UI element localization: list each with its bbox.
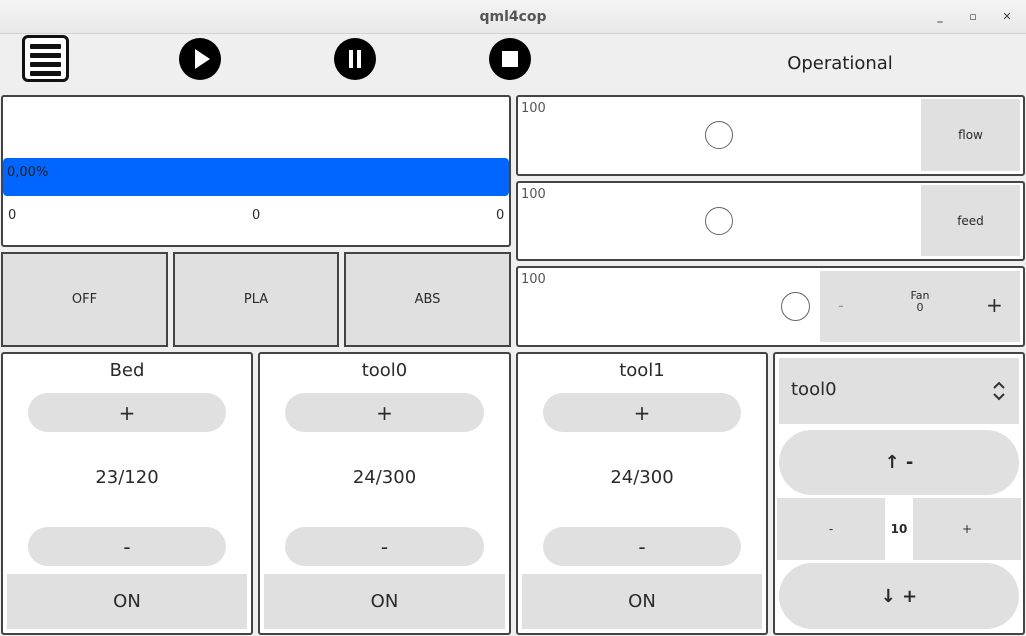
hamburger-menu-icon[interactable] xyxy=(22,35,69,82)
temp-decrease-button[interactable]: - xyxy=(285,527,484,566)
temp-decrease-button[interactable]: - xyxy=(543,527,741,566)
progress-bar: 0,00% xyxy=(3,158,509,196)
pause-icon xyxy=(349,50,361,68)
fan-speed-value: 100 xyxy=(521,272,546,287)
stop-icon xyxy=(502,51,518,67)
preset-off-button[interactable]: OFF xyxy=(1,252,168,347)
step-increase-button[interactable]: + xyxy=(913,498,1021,560)
progress-right-value: 0 xyxy=(496,208,505,223)
extrude-button[interactable]: ↓ + xyxy=(779,563,1019,629)
fan-label: Fan 0 xyxy=(900,290,940,314)
progress-middle-value: 0 xyxy=(252,208,261,223)
flow-button[interactable]: flow xyxy=(921,99,1020,171)
window-title: qml4cop xyxy=(479,9,547,25)
preset-pla-button[interactable]: PLA xyxy=(173,252,339,347)
temp-increase-button[interactable]: + xyxy=(543,393,741,432)
pause-button[interactable] xyxy=(334,38,376,80)
heater-temperature: 24/300 xyxy=(352,467,417,488)
flow-value: 100 xyxy=(521,101,546,116)
fan-slider-handle[interactable] xyxy=(781,292,810,321)
maximize-icon[interactable]: ▫ xyxy=(964,8,982,26)
heater-toggle-button[interactable]: ON xyxy=(7,574,247,629)
tool-select-value: tool0 xyxy=(791,379,837,400)
temp-increase-button[interactable]: + xyxy=(28,393,226,432)
progress-percent: 0,00% xyxy=(7,165,49,180)
flow-slider-handle[interactable] xyxy=(705,121,733,149)
feed-button[interactable]: feed xyxy=(921,185,1020,256)
temp-increase-button[interactable]: + xyxy=(285,393,484,432)
heater-temperature: 24/300 xyxy=(610,467,674,488)
feed-slider-handle[interactable] xyxy=(705,207,733,235)
progress-bar-fill xyxy=(3,158,509,196)
chevron-up-down-icon xyxy=(993,381,1005,401)
close-icon[interactable]: ✕ xyxy=(998,8,1016,26)
retract-button[interactable]: ↑ - xyxy=(779,430,1019,495)
stop-button[interactable] xyxy=(489,38,531,80)
play-icon xyxy=(195,49,210,69)
fan-minus-button[interactable]: - xyxy=(838,296,844,315)
heater-toggle-button[interactable]: ON xyxy=(264,574,505,629)
feed-value: 100 xyxy=(521,187,546,202)
step-value: 10 xyxy=(885,498,913,560)
preset-abs-button[interactable]: ABS xyxy=(344,252,511,347)
progress-left-value: 0 xyxy=(8,208,17,223)
tool-select[interactable]: tool0 xyxy=(779,358,1019,424)
play-button[interactable] xyxy=(179,38,221,80)
fan-value: 0 xyxy=(916,301,924,314)
printer-status: Operational xyxy=(787,53,893,74)
heater-toggle-button[interactable]: ON xyxy=(522,574,762,629)
temp-decrease-button[interactable]: - xyxy=(28,527,226,566)
heater-title: tool0 xyxy=(361,360,408,381)
heater-temperature: 23/120 xyxy=(95,467,159,488)
fan-plus-button[interactable]: + xyxy=(986,293,1003,317)
heater-title: Bed xyxy=(109,360,145,381)
step-decrease-button[interactable]: - xyxy=(777,498,885,560)
heater-title: tool1 xyxy=(619,360,665,381)
minimize-icon[interactable]: _ xyxy=(931,8,949,26)
